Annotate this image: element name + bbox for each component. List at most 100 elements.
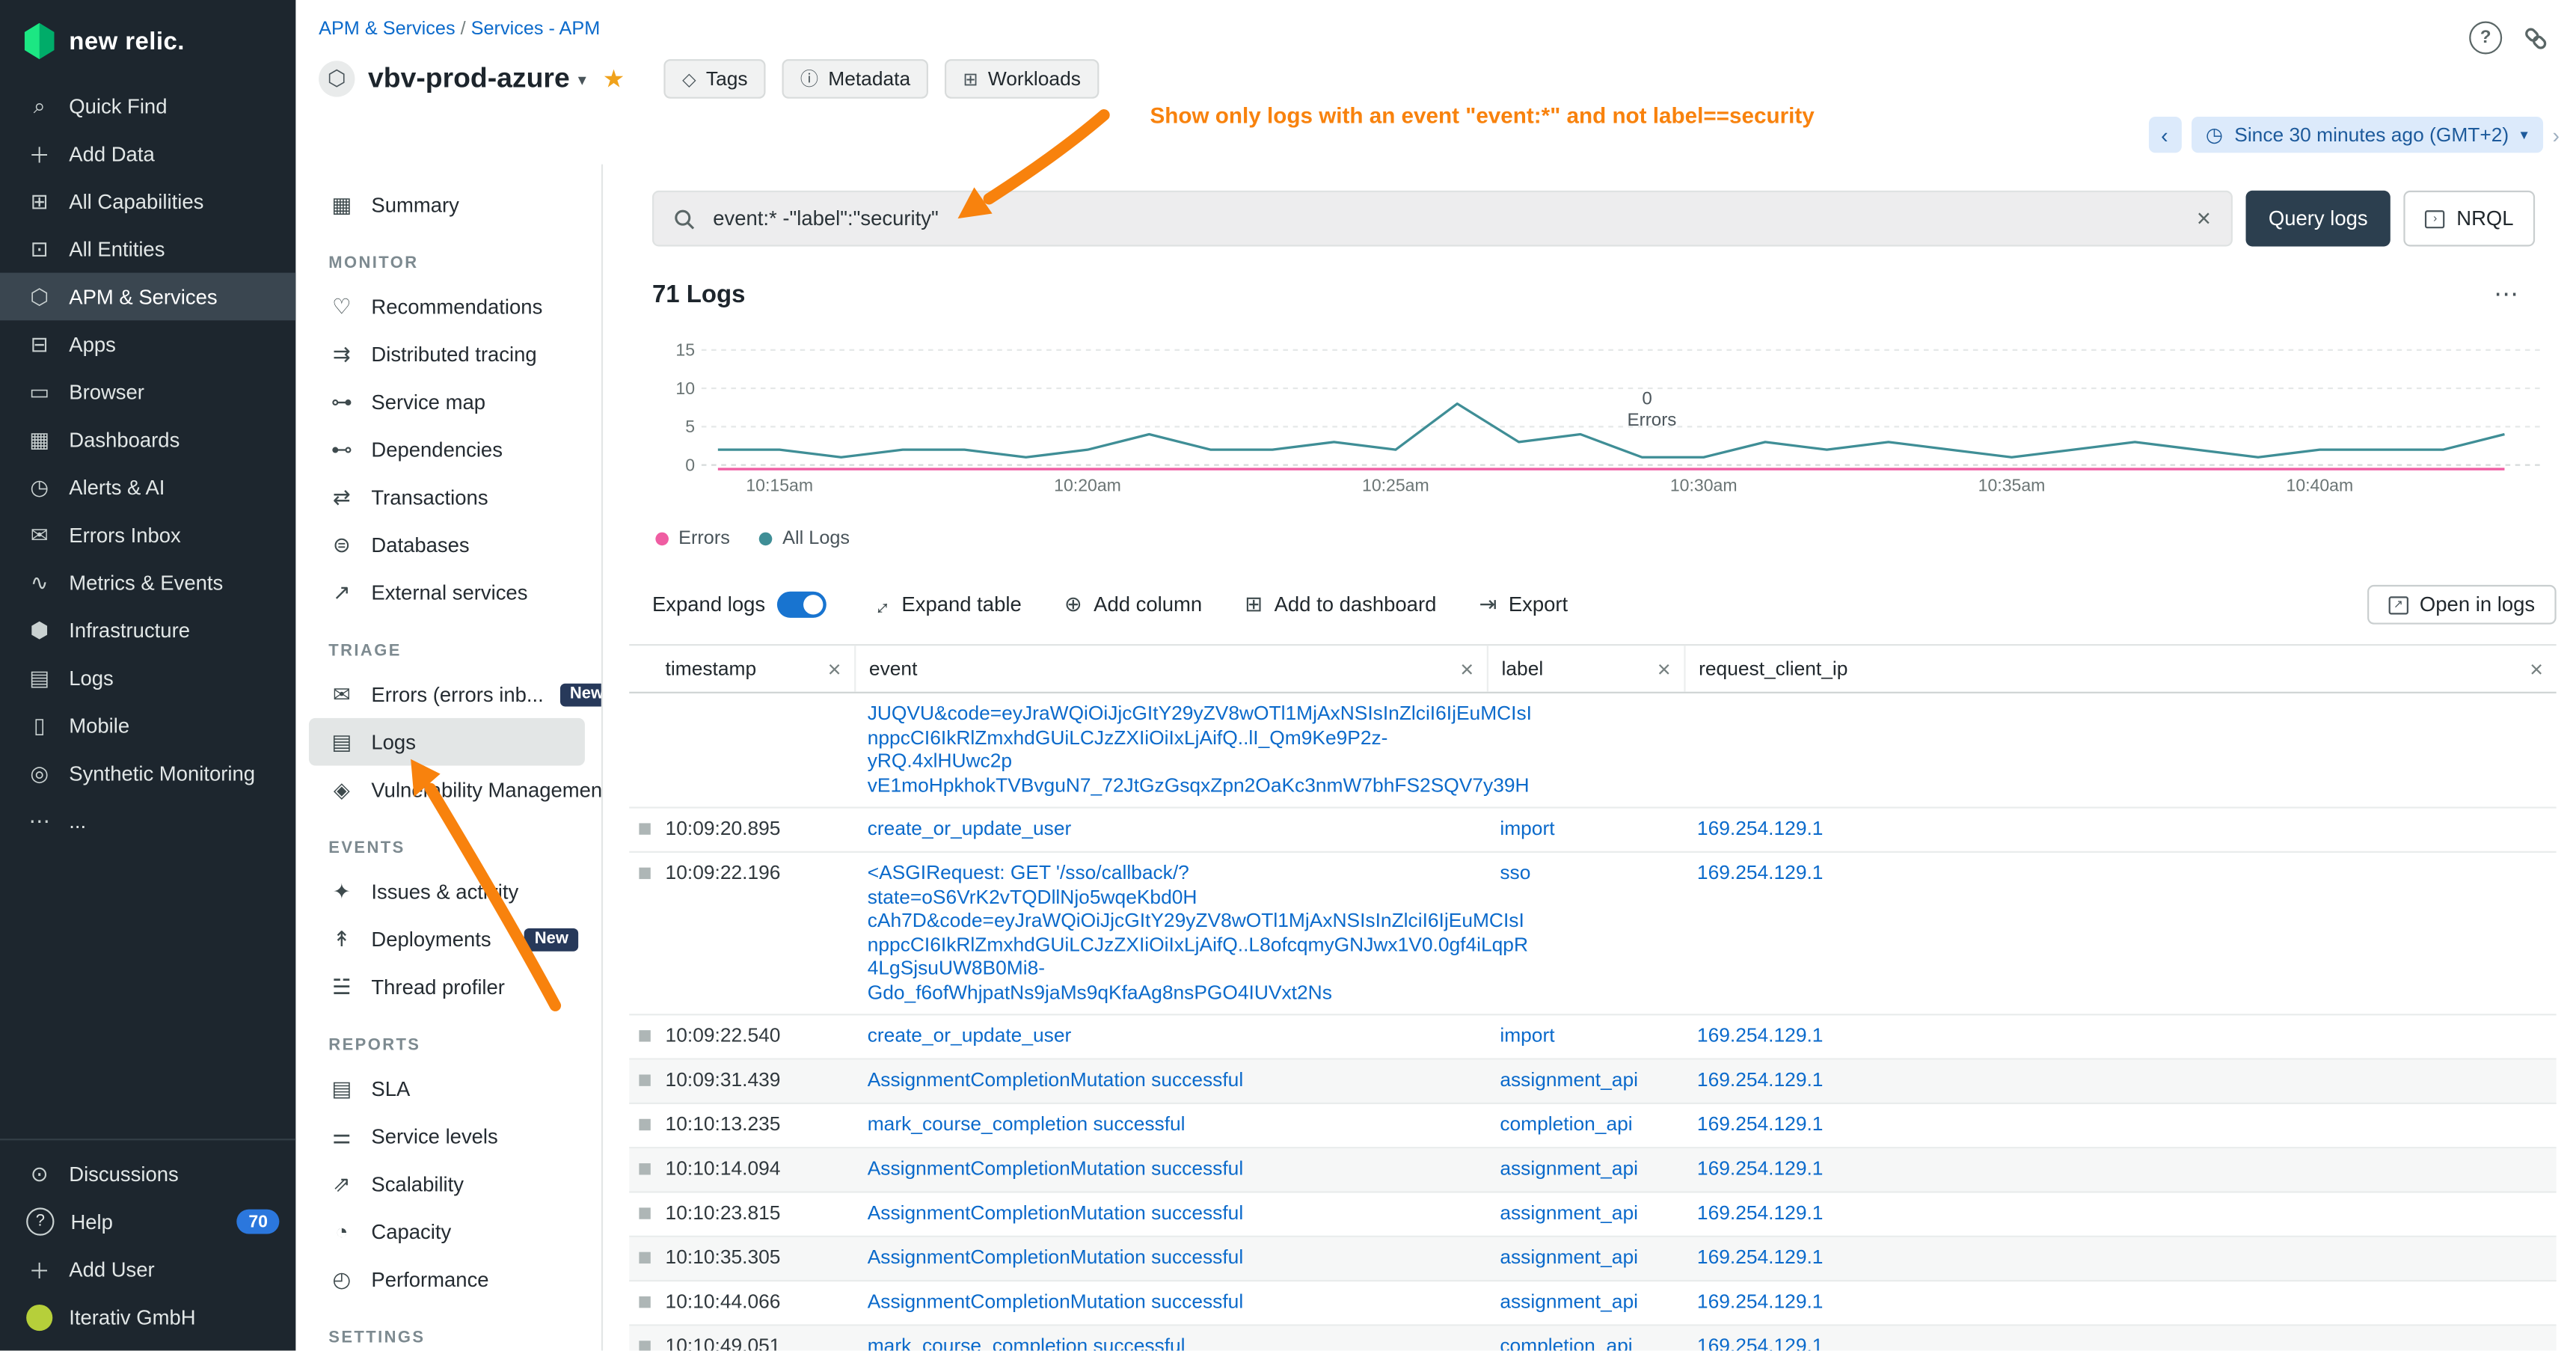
metadata-button[interactable]: ⓘMetadata — [782, 59, 929, 99]
time-picker[interactable]: ◷ Since 30 minutes ago (GMT+2) ▾ — [2191, 117, 2542, 153]
clear-column-label-icon[interactable]: × — [1657, 655, 1671, 681]
column-header-event[interactable]: event× — [854, 646, 1487, 692]
sidebar-item-add-user[interactable]: ＋Add User — [0, 1246, 295, 1293]
log-row[interactable]: 10:10:49.051mark_course_completion succe… — [629, 1326, 2556, 1351]
subnav-item-summary[interactable]: ▦Summary — [295, 181, 601, 229]
log-event-link[interactable]: create_or_update_user — [868, 817, 1473, 841]
clear-column-request-client-ip-icon[interactable]: × — [2530, 655, 2543, 681]
row-select-checkbox[interactable] — [639, 1341, 650, 1350]
subnav-item-databases[interactable]: ⊜Databases — [295, 521, 601, 569]
breadcrumb-apm-services[interactable]: APM & Services — [319, 19, 455, 39]
subnav-item-vulnerability-management[interactable]: ◈Vulnerability Management — [295, 766, 601, 814]
sidebar-item-infrastructure[interactable]: ⬢Infrastructure — [0, 606, 295, 654]
subnav-item-issues-activity[interactable]: ✦Issues & activity — [295, 868, 601, 916]
log-label-link[interactable]: completion_api — [1500, 1335, 1632, 1351]
log-ip-link[interactable]: 169.254.129.1 — [1697, 1246, 1824, 1269]
log-ip-link[interactable]: 169.254.129.1 — [1697, 1335, 1824, 1351]
clear-column-event-icon[interactable]: × — [1460, 655, 1473, 681]
log-event-link[interactable]: nppcCI6IkRlZmxhdGUiLCJzZXIiOiIxLjAifQ..L… — [868, 932, 1473, 956]
time-forward-button[interactable]: › — [2552, 123, 2560, 147]
sidebar-item-apps[interactable]: ⊟Apps — [0, 320, 295, 368]
row-select-checkbox[interactable] — [639, 1296, 650, 1308]
subnav-item-deployments[interactable]: ↟DeploymentsNew — [295, 915, 601, 963]
log-event-link[interactable]: nppcCI6IkRlZmxhdGUiLCJzZXIiOiIxLjAifQ..l… — [868, 726, 1473, 773]
log-ip-link[interactable]: 169.254.129.1 — [1697, 1290, 1824, 1313]
log-label-link[interactable]: import — [1500, 1023, 1554, 1047]
column-header-request-client-ip[interactable]: request_client_ip× — [1684, 646, 2556, 692]
sidebar-item-mobile[interactable]: ▯Mobile — [0, 702, 295, 750]
log-event-link[interactable]: AssignmentCompletionMutation successful — [868, 1201, 1473, 1225]
log-row[interactable]: 10:10:44.066AssignmentCompletionMutation… — [629, 1281, 2556, 1326]
breadcrumb-services-apm[interactable]: Services - APM — [471, 19, 601, 39]
log-event-link[interactable]: AssignmentCompletionMutation successful — [868, 1290, 1473, 1314]
sidebar-item-metrics-events[interactable]: ∿Metrics & Events — [0, 559, 295, 607]
toggle-on[interactable] — [776, 592, 826, 618]
subnav-item-recommendations[interactable]: ♡Recommendations — [295, 283, 601, 331]
export-button[interactable]: ⇥Export — [1479, 592, 1568, 618]
log-event-link[interactable]: <ASGIRequest: GET '/sso/callback/?state=… — [868, 861, 1473, 909]
sidebar-item-all-entities[interactable]: ⊡All Entities — [0, 225, 295, 273]
log-row[interactable]: 10:10:23.815AssignmentCompletionMutation… — [629, 1193, 2556, 1237]
sidebar-item-help[interactable]: ?Help70 — [0, 1198, 295, 1246]
subnav-item-transactions[interactable]: ⇄Transactions — [295, 474, 601, 521]
sidebar-item-add-data[interactable]: ＋Add Data — [0, 130, 295, 178]
link-icon[interactable] — [2522, 24, 2550, 52]
log-label-link[interactable]: completion_api — [1500, 1112, 1632, 1136]
log-label-link[interactable]: assignment_api — [1500, 1068, 1638, 1091]
log-ip-link[interactable]: 169.254.129.1 — [1697, 861, 1824, 884]
sidebar-item-more[interactable]: ⋯... — [0, 797, 295, 845]
row-select-checkbox[interactable] — [639, 1252, 650, 1263]
legend-all-logs[interactable]: All Logs — [759, 529, 850, 548]
log-label-link[interactable]: import — [1500, 817, 1554, 840]
sidebar-item-quick-find[interactable]: ⌕Quick Find — [0, 82, 295, 130]
nrql-button[interactable]: ›NRQL — [2404, 191, 2535, 247]
subnav-item-sla[interactable]: ▤SLA — [295, 1064, 601, 1112]
row-select-checkbox[interactable] — [639, 823, 650, 834]
log-ip-link[interactable]: 169.254.129.1 — [1697, 1112, 1824, 1136]
workloads-button[interactable]: ⊞Workloads — [945, 59, 1099, 99]
log-event-link[interactable]: mark_course_completion successful — [868, 1112, 1473, 1136]
add-to-dashboard-button[interactable]: ⊞Add to dashboard — [1245, 592, 1436, 618]
log-search-bar[interactable]: × — [652, 191, 2233, 247]
log-row[interactable]: 10:09:22.540create_or_update_userimport1… — [629, 1015, 2556, 1059]
log-ip-link[interactable]: 169.254.129.1 — [1697, 1068, 1824, 1091]
chevron-down-icon[interactable]: ▾ — [578, 73, 586, 91]
sidebar-item-apm-services[interactable]: ⬡APM & Services — [0, 273, 295, 321]
expand-table-button[interactable]: ↔Expand table — [868, 592, 1021, 617]
subnav-item-logs[interactable]: ▤Logs — [309, 718, 585, 766]
row-select-checkbox[interactable] — [639, 1030, 650, 1041]
subnav-item-thread-profiler[interactable]: ☱Thread profiler — [295, 963, 601, 1011]
row-select-checkbox[interactable] — [639, 1163, 650, 1174]
log-row[interactable]: 10:09:31.439AssignmentCompletionMutation… — [629, 1060, 2556, 1104]
log-ip-link[interactable]: 169.254.129.1 — [1697, 1023, 1824, 1047]
subnav-item-dependencies[interactable]: ⊷Dependencies — [295, 426, 601, 474]
row-select-checkbox[interactable] — [639, 1074, 650, 1085]
log-event-link[interactable]: AssignmentCompletionMutation successful — [868, 1157, 1473, 1180]
column-header-label[interactable]: label× — [1487, 646, 1684, 692]
time-back-button[interactable]: ‹ — [2148, 117, 2181, 153]
sidebar-item-errors-inbox[interactable]: ✉Errors Inbox — [0, 511, 295, 559]
sidebar-item-all-capabilities[interactable]: ⊞All Capabilities — [0, 177, 295, 225]
breadcrumb[interactable]: APM & Services / Services - APM — [319, 19, 600, 39]
column-header-timestamp[interactable]: timestamp× — [629, 646, 854, 692]
sidebar-item-discussions[interactable]: ⊙Discussions — [0, 1151, 295, 1198]
log-label-link[interactable]: assignment_api — [1500, 1246, 1638, 1269]
subnav-item-performance[interactable]: ◴Performance — [295, 1255, 601, 1303]
subnav-item-capacity[interactable]: ◔Capacity — [295, 1207, 601, 1255]
log-event-link[interactable]: create_or_update_user — [868, 1023, 1473, 1047]
tags-button[interactable]: ◇Tags — [664, 59, 766, 99]
log-event-link[interactable]: JUQVU&code=eyJraWQiOiJjcGItY29yZV8wOTl1M… — [868, 702, 1473, 726]
row-select-checkbox[interactable] — [639, 1207, 650, 1219]
row-select-checkbox[interactable] — [639, 1119, 650, 1130]
log-label-link[interactable]: assignment_api — [1500, 1201, 1638, 1225]
new-relic-logo[interactable]: new relic. — [0, 0, 295, 73]
sidebar-item-synthetic-monitoring[interactable]: ◎Synthetic Monitoring — [0, 750, 295, 797]
log-ip-link[interactable]: 169.254.129.1 — [1697, 1157, 1824, 1180]
sidebar-item-logs[interactable]: ▤Logs — [0, 654, 295, 702]
query-logs-button[interactable]: Query logs — [2245, 191, 2391, 247]
log-event-link[interactable]: 4LgSjsuUW8B0Mi8-Gdo_f6ofWhjpatNs9jaMs9qK… — [868, 956, 1473, 1004]
legend-errors[interactable]: Errors — [655, 529, 730, 548]
favorite-star-icon[interactable]: ★ — [603, 64, 625, 94]
sidebar-item-dashboards[interactable]: ▦Dashboards — [0, 416, 295, 464]
log-label-link[interactable]: assignment_api — [1500, 1157, 1638, 1180]
